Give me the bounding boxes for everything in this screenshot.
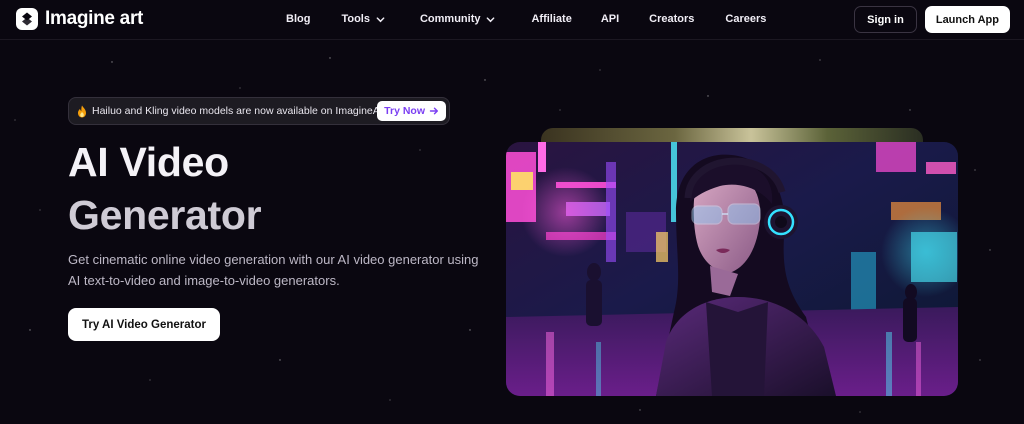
brand-logo[interactable]: Imagine art (16, 8, 143, 30)
nav-link-label: Tools (341, 13, 370, 25)
hero-title: AI Video Generator (68, 136, 468, 242)
arrow-right-icon (429, 107, 438, 115)
nav-link-creators[interactable]: Creators (649, 13, 694, 25)
nav-link-label: Careers (725, 13, 767, 25)
try-ai-video-generator-button[interactable]: Try AI Video Generator (68, 308, 220, 341)
announcement-text: Hailuo and Kling video models are now av… (92, 105, 387, 117)
fire-icon (78, 105, 86, 117)
cyberpunk-portrait-illustration (506, 142, 958, 396)
launch-app-button[interactable]: Launch App (924, 6, 1010, 33)
try-now-button[interactable]: Try Now (377, 101, 446, 121)
main-nav: Blog Tools Community Affiliate API Creat… (286, 0, 766, 38)
hero-subtitle: Get cinematic online video generation wi… (68, 252, 479, 288)
nav-link-blog[interactable]: Blog (286, 13, 310, 25)
brand-name: Imagine art (45, 8, 144, 29)
top-navbar: Imagine art Blog Tools Community Affilia… (0, 0, 1024, 40)
try-now-label: Try Now (384, 105, 425, 117)
nav-link-community[interactable]: Community (420, 13, 496, 25)
nav-link-label: Community (419, 13, 481, 25)
announcement-banner[interactable]: Hailuo and Kling video models are now av… (68, 97, 450, 125)
chevron-down-icon (487, 16, 495, 22)
imagine-art-logo-icon (16, 8, 38, 30)
nav-actions: Sign in Launch App (854, 6, 1010, 33)
hero-title-line1: AI Video (68, 139, 229, 185)
chevron-down-icon (376, 16, 385, 22)
hero-title-line2: Generator (68, 192, 262, 238)
nav-link-label: Blog (286, 13, 311, 25)
nav-link-tools[interactable]: Tools (341, 13, 385, 25)
nav-link-label: API (600, 13, 620, 25)
sign-in-button[interactable]: Sign in (854, 6, 917, 33)
nav-link-api[interactable]: API (601, 13, 619, 25)
nav-link-label: Affiliate (531, 13, 572, 25)
nav-link-label: Creators (649, 13, 695, 25)
nav-link-careers[interactable]: Careers (725, 13, 766, 25)
nav-link-affiliate[interactable]: Affiliate (531, 13, 571, 25)
hero-image (506, 142, 958, 396)
